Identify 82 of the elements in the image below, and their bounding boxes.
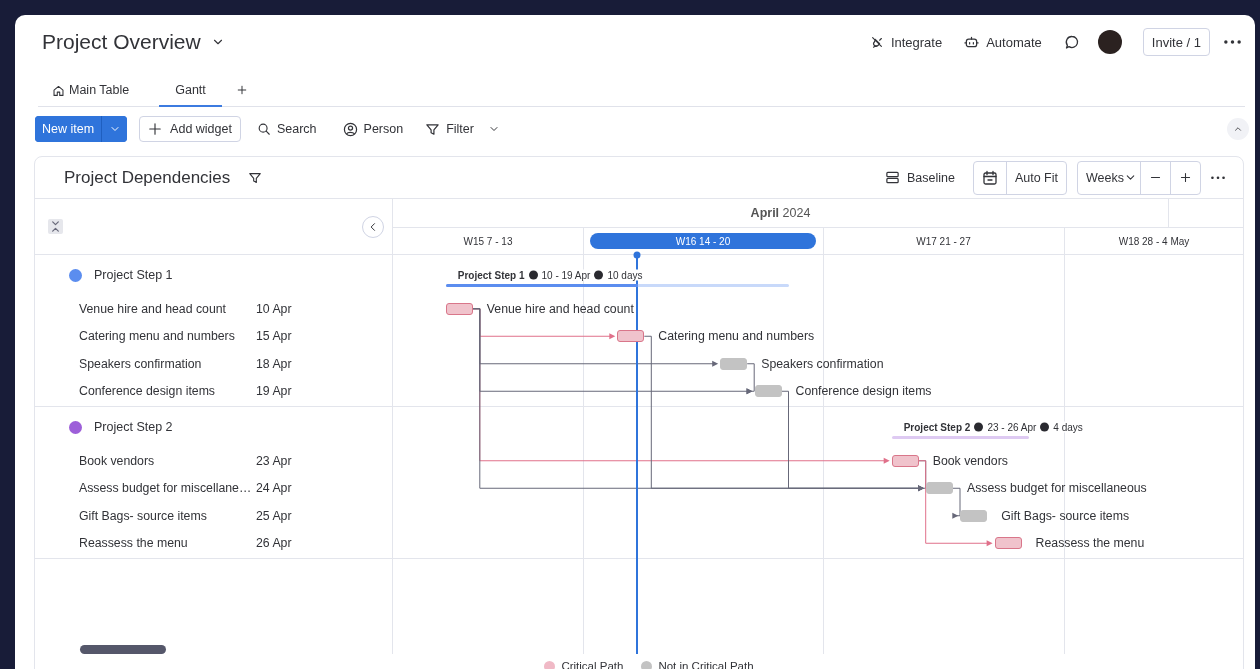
plus-icon [235, 84, 248, 96]
task-name[interactable]: Conference design items [79, 384, 256, 399]
collapse-all-button[interactable] [48, 219, 63, 234]
filter-icon [425, 121, 441, 137]
group-duration: 4 days [1053, 421, 1083, 433]
task-date: 18 Apr [256, 356, 292, 371]
task-bar[interactable] [445, 302, 473, 315]
task-date: 26 Apr [256, 536, 292, 551]
task-bar[interactable] [994, 537, 1022, 550]
board-title: Project Overview [42, 30, 201, 54]
week-label: W15 7 - 13 [463, 235, 513, 247]
bullet-dot [594, 270, 604, 280]
task-name[interactable]: Venue hire and head count [79, 301, 256, 316]
week-label: W16 14 - 20 [675, 235, 731, 247]
baseline-button[interactable]: Baseline [884, 170, 955, 185]
task-name[interactable]: Catering menu and numbers [79, 329, 256, 344]
integrate-button[interactable]: Integrate [869, 34, 943, 50]
robot-icon [964, 34, 980, 50]
group-duration: 10 days [607, 269, 643, 281]
task-bar-label: Gift Bags- source items [1001, 508, 1130, 523]
view-tab[interactable]: Main Table [38, 83, 144, 107]
calendar-icon [981, 169, 998, 186]
chat-bubble-icon [1063, 34, 1080, 50]
invite-button[interactable]: Invite / 1 [1142, 28, 1210, 56]
week-label: W18 28 - 4 May [1118, 235, 1190, 247]
home-icon [52, 83, 65, 97]
search-button[interactable]: Search [256, 122, 317, 136]
task-name[interactable]: Assess budget for miscellane… [79, 481, 256, 496]
person-button[interactable]: Person [342, 121, 404, 137]
task-bar[interactable] [720, 357, 748, 370]
avatar[interactable] [1097, 30, 1122, 54]
task-bar-label: Speakers confirmation [761, 356, 884, 371]
group-date-range: 10 - 19 Apr [541, 269, 591, 281]
task-bar-label: Assess budget for miscellaneous [967, 481, 1147, 496]
task-bar-label: Catering menu and numbers [658, 329, 815, 344]
add-widget-button[interactable]: Add widget [139, 116, 241, 142]
group-summary-title: Project Step 1 [457, 269, 525, 281]
new-item-dropdown-button[interactable] [101, 116, 128, 142]
group-summary-title: Project Step 2 [903, 421, 971, 433]
bullet-dot [1040, 422, 1050, 432]
view-tab[interactable]: Gantt [159, 83, 222, 107]
task-bar-label: Book vendors [932, 453, 1008, 468]
task-bar-label: Reassess the menu [1035, 536, 1145, 551]
week-label: W17 21 - 27 [916, 235, 971, 247]
task-bar-label: Venue hire and head count [486, 301, 634, 316]
widget-title: Project Dependencies [64, 167, 231, 188]
plus-icon [148, 122, 163, 136]
task-bar[interactable] [960, 509, 988, 522]
plug-icon [869, 35, 884, 49]
task-bar[interactable] [926, 482, 953, 495]
task-name[interactable]: Gift Bags- source items [79, 508, 256, 523]
automate-button[interactable]: Automate [964, 34, 1042, 50]
task-date: 10 Apr [256, 301, 292, 316]
month-label: April 2024 [750, 206, 811, 220]
more-icon[interactable] [1211, 175, 1225, 180]
task-date: 19 Apr [256, 384, 292, 399]
task-name[interactable]: Speakers confirmation [79, 356, 256, 371]
filter-icon [248, 170, 263, 185]
task-date: 15 Apr [256, 329, 292, 344]
bullet-dot [974, 422, 984, 432]
scrollbar[interactable] [80, 645, 166, 654]
plus-icon [1179, 171, 1192, 184]
task-bar[interactable] [754, 385, 782, 398]
more-icon[interactable] [1224, 40, 1241, 44]
bullet-dot [528, 270, 538, 280]
group-name[interactable]: Project Step 2 [94, 420, 173, 434]
task-bar-label: Conference design items [795, 384, 932, 399]
person-icon [342, 121, 358, 137]
task-name[interactable]: Reassess the menu [79, 536, 256, 551]
task-bar[interactable] [891, 454, 919, 467]
group-name[interactable]: Project Step 1 [94, 268, 173, 282]
filter-button[interactable]: Filter [425, 121, 500, 137]
task-bar[interactable] [617, 330, 645, 343]
task-date: 25 Apr [256, 508, 292, 523]
task-name[interactable]: Book vendors [79, 453, 256, 468]
chevron-up-icon [1233, 124, 1243, 134]
group-date-range: 23 - 26 Apr [987, 421, 1037, 433]
task-date: 24 Apr [256, 481, 292, 496]
rows-icon [884, 170, 900, 185]
collapse-button[interactable] [1227, 118, 1249, 140]
task-date: 23 Apr [256, 453, 292, 468]
search-icon [256, 122, 271, 136]
